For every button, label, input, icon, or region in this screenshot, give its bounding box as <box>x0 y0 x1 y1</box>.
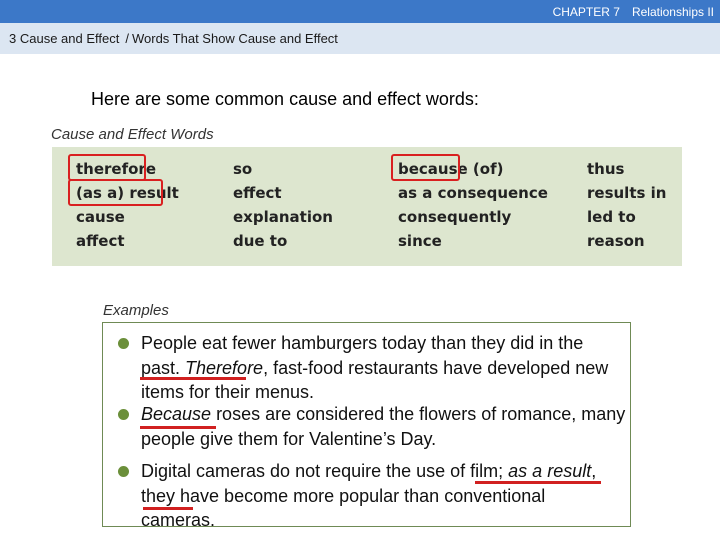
word-so: so <box>233 160 253 178</box>
examples-caption: Examples <box>103 302 169 319</box>
highlight-therefore <box>68 154 146 181</box>
example-keyword: as a result <box>508 461 592 481</box>
chapter-label: CHAPTER 7 Relationships II <box>553 5 714 19</box>
breadcrumb-item-section[interactable]: 3 Cause and Effect <box>9 31 119 46</box>
word-cause: cause <box>76 208 125 226</box>
top-bar: CHAPTER 7 Relationships II <box>0 0 720 23</box>
example-item: People eat fewer hamburgers today than t… <box>118 331 621 405</box>
word-results-in: results in <box>587 184 667 202</box>
underline-because <box>140 426 216 429</box>
bullet-icon <box>118 338 129 349</box>
intro-text: Here are some common cause and effect wo… <box>91 89 479 109</box>
highlight-because <box>391 154 460 181</box>
word-thus: thus <box>587 160 625 178</box>
example-text: Digital cameras do not require the use o… <box>141 461 509 481</box>
word-consequently: consequently <box>398 208 512 226</box>
breadcrumb-item-topic[interactable]: Words That Show Cause and Effect <box>132 31 338 46</box>
word-reason: reason <box>587 232 645 250</box>
word-due-to: due to <box>233 232 288 250</box>
highlight-as-a-result <box>68 179 163 206</box>
word-effect: effect <box>233 184 282 202</box>
bullet-icon <box>118 409 129 420</box>
cause-effect-words-table: therefore (as a) result cause affect so … <box>52 147 682 266</box>
word-explanation: explanation <box>233 208 333 226</box>
word-column-4: thus results in led to reason <box>587 157 666 253</box>
words-caption: Cause and Effect Words <box>51 126 214 143</box>
underline-therefore <box>140 377 246 380</box>
underline-as-a <box>475 481 601 484</box>
example-keyword: Therefore <box>185 357 264 378</box>
breadcrumb: 3 Cause and Effect / Words That Show Cause… <box>0 23 720 54</box>
example-item: Digital cameras do not require the use o… <box>118 459 601 533</box>
word-affect: affect <box>76 232 125 250</box>
breadcrumb-separator: / <box>125 31 129 46</box>
example-keyword: Because <box>141 404 212 424</box>
bullet-icon <box>118 466 129 477</box>
chapter-number: CHAPTER 7 <box>552 5 620 19</box>
word-since: since <box>398 232 442 250</box>
word-led-to: led to <box>587 208 636 226</box>
word-as-a-consequence: as a consequence <box>398 184 548 202</box>
underline-result <box>143 507 193 510</box>
chapter-section: Relationships II <box>631 5 714 19</box>
word-column-2: so effect explanation due to <box>233 157 333 253</box>
examples-box: People eat fewer hamburgers today than t… <box>102 322 631 530</box>
